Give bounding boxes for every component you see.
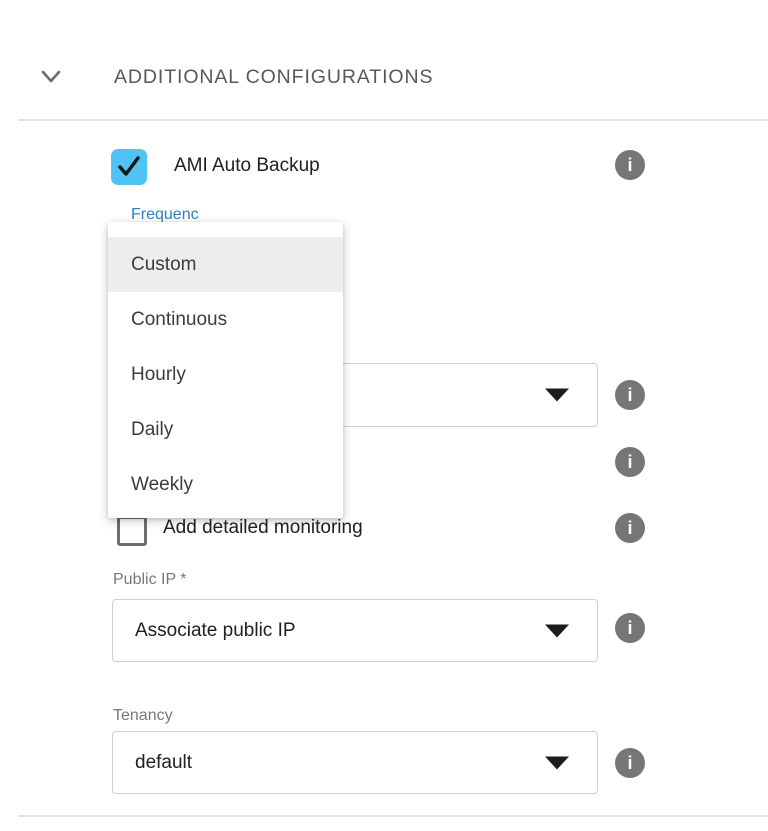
detailed-monitoring-checkbox[interactable] [117,516,147,546]
frequency-dropdown-menu: Custom Continuous Hourly Daily Weekly [108,222,343,518]
menu-item-daily[interactable]: Daily [108,402,343,457]
info-icon[interactable]: i [615,513,645,543]
caret-down-icon [545,624,569,637]
ami-auto-backup-label: AMI Auto Backup [174,155,320,177]
info-icon[interactable]: i [615,613,645,643]
menu-item-custom[interactable]: Custom [108,237,343,292]
info-icon[interactable]: i [615,150,645,180]
caret-down-icon [545,756,569,769]
public-ip-select[interactable]: Associate public IP [112,599,598,662]
ami-auto-backup-checkbox[interactable] [111,149,147,185]
menu-item-continuous[interactable]: Continuous [108,292,343,347]
public-ip-value: Associate public IP [135,620,296,642]
section-title: ADDITIONAL CONFIGURATIONS [114,66,433,89]
public-ip-label: Public IP * [113,571,187,589]
info-icon[interactable]: i [615,748,645,778]
tenancy-select[interactable]: default [112,731,598,794]
divider [18,119,768,121]
menu-item-weekly[interactable]: Weekly [108,457,343,512]
detailed-monitoring-label: Add detailed monitoring [163,517,363,539]
menu-item-hourly[interactable]: Hourly [108,347,343,402]
tenancy-label: Tenancy [113,707,173,725]
tenancy-value: default [135,752,192,774]
caret-down-icon [545,389,569,402]
info-icon[interactable]: i [615,447,645,477]
checkmark-icon [114,152,144,182]
divider [18,815,768,817]
chevron-down-icon[interactable] [38,63,64,89]
info-icon[interactable]: i [615,380,645,410]
